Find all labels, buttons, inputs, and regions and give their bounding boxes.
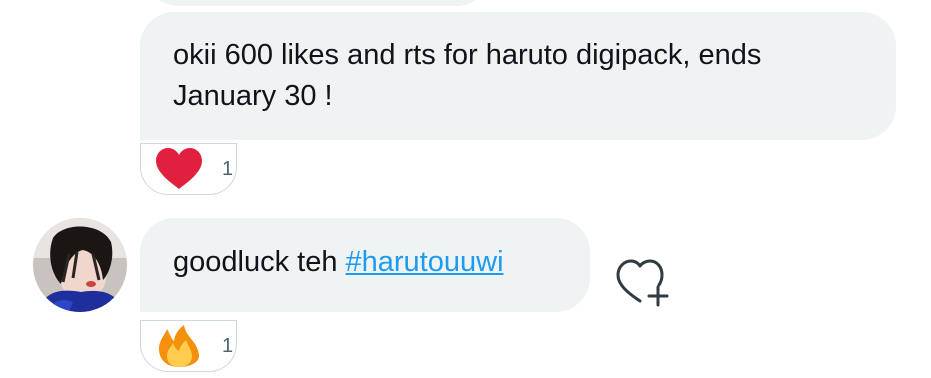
hashtag-link[interactable]: #harutouuwi <box>346 246 504 278</box>
heart-plus-icon[interactable] <box>612 255 678 307</box>
message-text: goodluck teh <box>173 246 346 278</box>
message-bubble: okii 600 likes and rts for haruto digipa… <box>140 12 896 140</box>
reaction-chip[interactable]: 1 <box>140 320 237 372</box>
user-avatar[interactable] <box>33 218 127 312</box>
message-bubble: goodluck teh #harutouuwi <box>140 218 590 312</box>
reaction-chip[interactable]: 1 <box>140 143 237 195</box>
previous-message-bubble <box>140 0 495 6</box>
fire-icon <box>154 324 204 368</box>
message-text: okii 600 likes and rts for haruto digipa… <box>173 39 762 112</box>
heart-icon <box>154 147 204 191</box>
reaction-count: 1 <box>222 334 234 357</box>
reaction-count: 1 <box>222 157 234 180</box>
